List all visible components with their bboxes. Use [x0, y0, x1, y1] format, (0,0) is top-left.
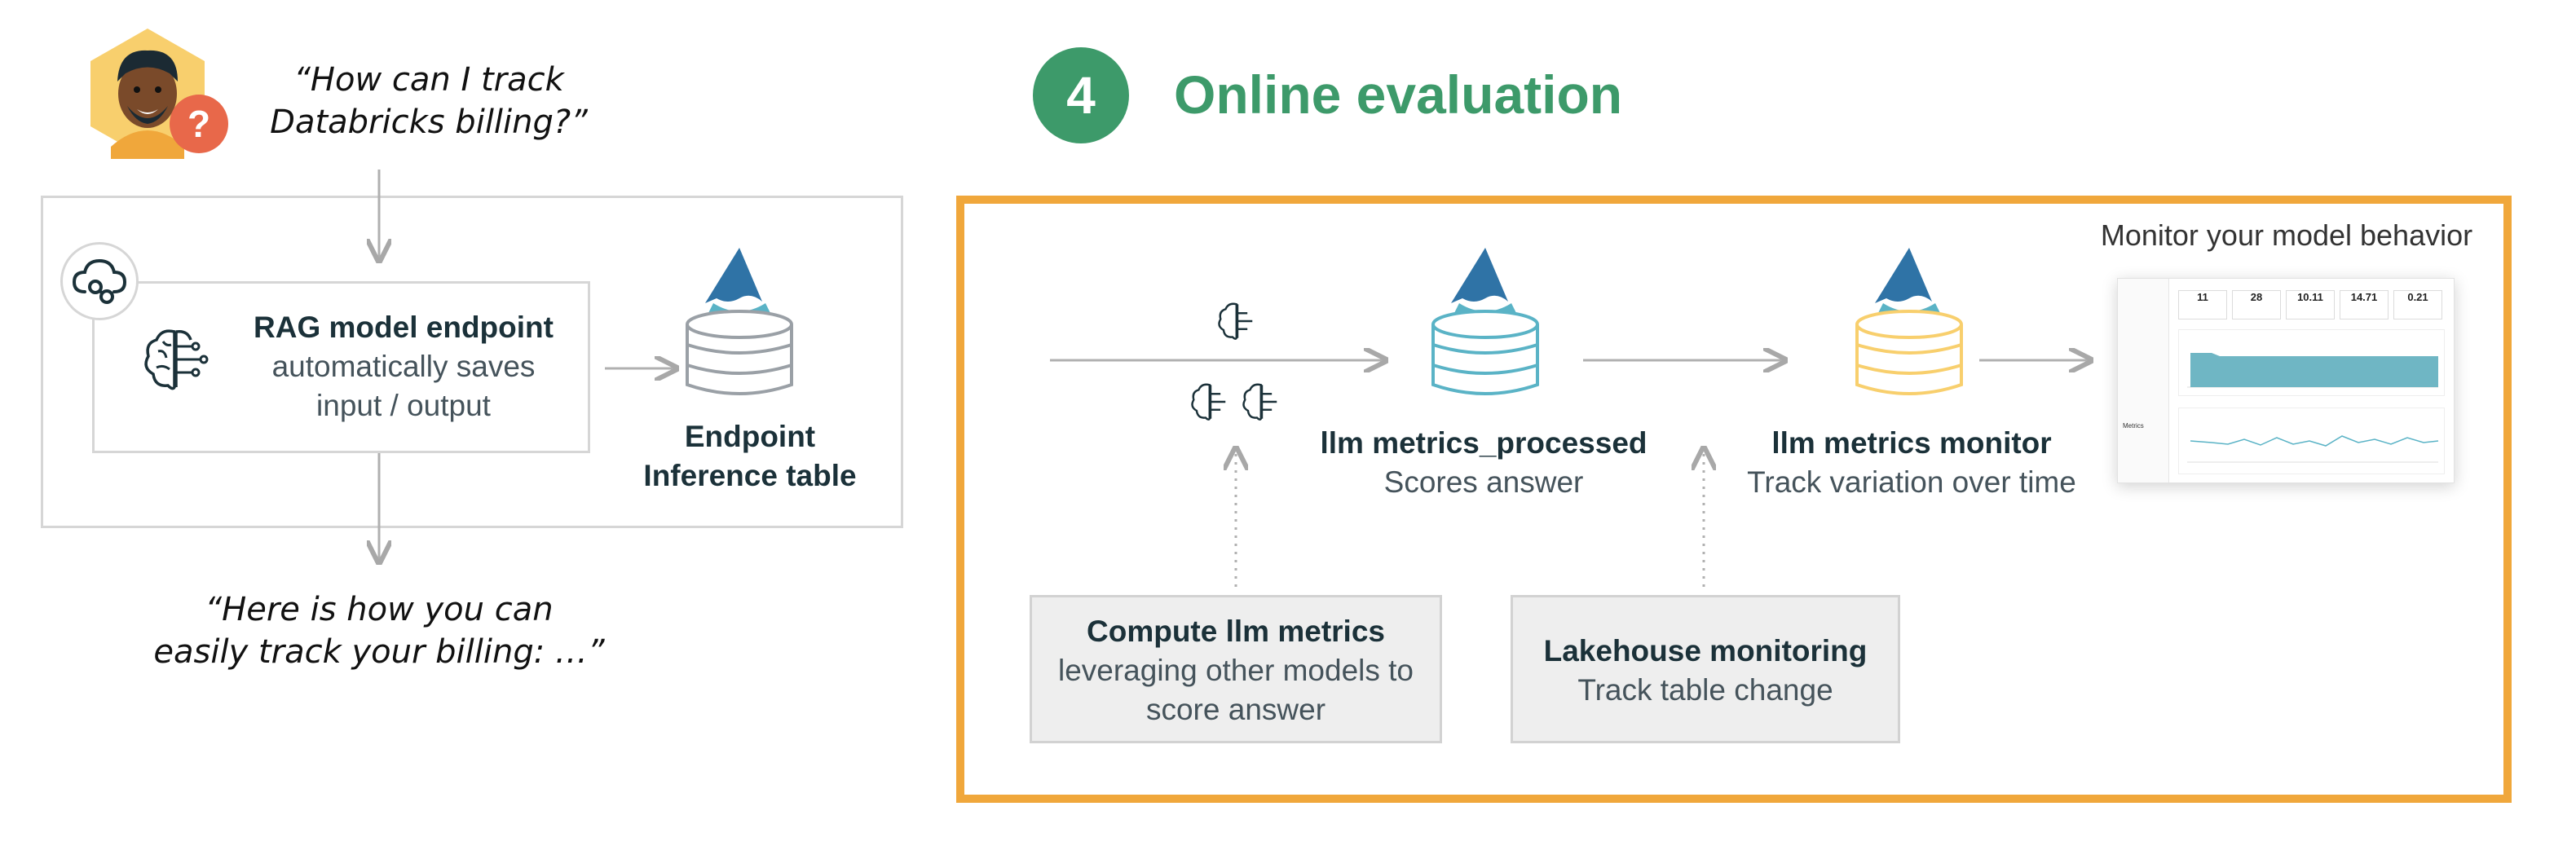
monitor-caption: Monitor your model behavior	[2100, 218, 2473, 252]
metrics-processed-title: llm metrics_processed	[1320, 426, 1647, 460]
metrics-processed-db-icon	[1427, 245, 1545, 399]
model-brain-icon-2	[1188, 379, 1233, 425]
dashboard-line-chart	[2178, 408, 2445, 474]
dashboard-area-chart	[2178, 329, 2445, 396]
step-title: Online evaluation	[1174, 64, 1623, 125]
kpi-card-5: 0.21​	[2393, 290, 2442, 319]
kpi-card-3: 10.11​	[2286, 290, 2335, 319]
dashboard-metrics-label: Metrics	[2123, 422, 2144, 430]
inference-table-db-icon	[681, 245, 799, 399]
lakehouse-monitoring-title: Lakehouse monitoring	[1543, 634, 1868, 668]
kpi-card-4: 14.71​	[2340, 290, 2389, 319]
lakehouse-monitoring-subtitle: Track table change	[1577, 673, 1833, 707]
dashboard-sidebar	[2118, 279, 2169, 482]
metrics-processed-label: llm metrics_processed Scores answer	[1296, 424, 1671, 502]
lakehouse-monitoring-box: Lakehouse monitoring Track table change	[1511, 595, 1900, 743]
model-brain-icon-1	[1215, 298, 1260, 344]
compute-metrics-subtitle-1: leveraging other models to	[1057, 654, 1414, 687]
model-brain-icon-3	[1239, 379, 1285, 425]
kpi-card-2: 28​	[2232, 290, 2281, 319]
compute-metrics-title: Compute llm metrics	[1087, 615, 1385, 648]
rag-endpoint-subtitle-1: automatically saves	[271, 350, 536, 383]
rag-endpoint-title: RAG model endpoint	[254, 311, 554, 344]
brain-icon	[139, 322, 214, 397]
inference-table-label: Endpoint Inference table	[643, 420, 857, 492]
metrics-processed-subtitle: Scores answer	[1383, 465, 1584, 499]
metrics-monitor-label: llm metrics monitor Track variation over…	[1720, 424, 2103, 502]
metrics-monitor-title: llm metrics monitor	[1771, 426, 2052, 460]
kpi-card-1: 11​	[2178, 290, 2227, 319]
rag-endpoint-subtitle-2: input / output	[316, 389, 491, 422]
rag-endpoint-text: RAG model endpoint automatically saves i…	[232, 308, 575, 425]
compute-metrics-box: Compute llm metrics leveraging other mod…	[1030, 595, 1442, 743]
metrics-monitor-db-icon	[1850, 245, 1969, 399]
answer-quote: “Here is how you can easily track your b…	[153, 591, 605, 671]
metrics-monitor-subtitle: Track variation over time	[1747, 465, 2076, 499]
cloud-link-icon	[60, 242, 139, 320]
compute-metrics-subtitle-2: score answer	[1145, 693, 1326, 726]
step-number-badge: 4	[1033, 47, 1129, 143]
dashboard-thumbnail: Metrics 11​ 28​ 10.11​ 14.71​ 0.21​	[2117, 278, 2455, 483]
